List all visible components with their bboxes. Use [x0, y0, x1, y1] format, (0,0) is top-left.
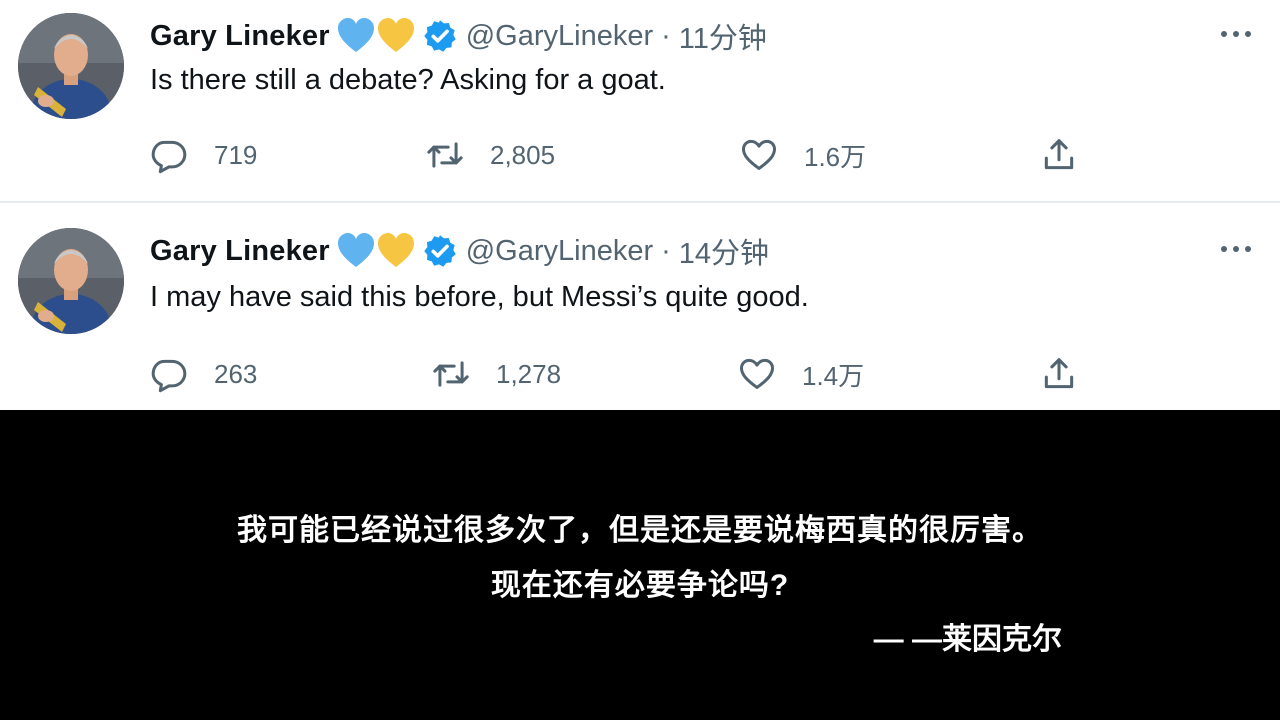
separator: ·: [661, 234, 671, 267]
verified-badge-icon: [422, 233, 458, 269]
yellow-heart-icon: [376, 17, 416, 55]
tweet[interactable]: Gary Lineker @GaryLineker · 11分钟 Is ther…: [0, 0, 1280, 200]
retweet-button[interactable]: 2,805: [426, 132, 555, 178]
subtitle-attribution: — —莱因克尔: [873, 623, 1062, 656]
like-button[interactable]: 1.6万: [740, 132, 866, 178]
share-icon: [1040, 355, 1078, 393]
like-icon: [740, 136, 778, 174]
blue-heart-icon: [336, 232, 376, 270]
retweet-count: 2,805: [490, 139, 556, 170]
blue-heart-icon: [336, 17, 376, 55]
tweet-divider: [0, 201, 1280, 203]
retweet-icon: [432, 355, 470, 393]
reply-count: 263: [214, 358, 258, 389]
reply-button[interactable]: 719: [150, 132, 257, 178]
subtitle-panel: 我可能已经说过很多次了，但是还是要说梅西真的很厉害。 现在还有必要争论吗? — …: [0, 410, 1280, 720]
like-button[interactable]: 1.4万: [738, 351, 864, 397]
avatar[interactable]: [18, 13, 124, 119]
like-count: 1.4万: [802, 360, 865, 391]
like-count: 1.6万: [804, 141, 867, 172]
share-button[interactable]: [1040, 351, 1078, 397]
avatar[interactable]: [18, 228, 124, 334]
retweet-icon: [426, 136, 464, 174]
author-handle[interactable]: @GaryLineker: [466, 235, 653, 268]
tweet-header: Gary Lineker @GaryLineker · 11分钟: [150, 14, 767, 58]
like-icon: [738, 355, 776, 393]
tweet-header: Gary Lineker @GaryLineker · 14分钟: [150, 229, 769, 273]
more-icon[interactable]: [1218, 237, 1254, 261]
retweet-count: 1,278: [496, 358, 562, 389]
tweet-text: Is there still a debate? Asking for a go…: [150, 64, 666, 96]
author-name[interactable]: Gary Lineker: [150, 235, 330, 268]
tweet[interactable]: Gary Lineker @GaryLineker · 14分钟 I may h…: [0, 215, 1280, 415]
retweet-button[interactable]: 1,278: [432, 351, 561, 397]
timestamp[interactable]: 11分钟: [679, 15, 767, 57]
separator: ·: [661, 19, 671, 52]
subtitle-line-1: 我可能已经说过很多次了，但是还是要说梅西真的很厉害。: [237, 514, 1043, 547]
tweet-actions: 719 2,805 1.6万: [0, 132, 1280, 178]
reply-count: 719: [214, 139, 258, 170]
share-icon: [1040, 136, 1078, 174]
tweet-text: I may have said this before, but Messi’s…: [150, 281, 809, 313]
subtitle-line-2: 现在还有必要争论吗?: [490, 569, 790, 602]
author-name[interactable]: Gary Lineker: [150, 20, 330, 53]
timestamp[interactable]: 14分钟: [679, 230, 769, 272]
more-icon[interactable]: [1218, 22, 1254, 46]
tweet-actions: 263 1,278 1.4万: [0, 351, 1280, 397]
verified-badge-icon: [422, 18, 458, 54]
tweet-feed: Gary Lineker @GaryLineker · 11分钟 Is ther…: [0, 0, 1280, 410]
reply-button[interactable]: 263: [150, 351, 257, 397]
author-handle[interactable]: @GaryLineker: [466, 20, 653, 53]
reply-icon: [150, 355, 188, 393]
reply-icon: [150, 136, 188, 174]
share-button[interactable]: [1040, 132, 1078, 178]
yellow-heart-icon: [376, 232, 416, 270]
